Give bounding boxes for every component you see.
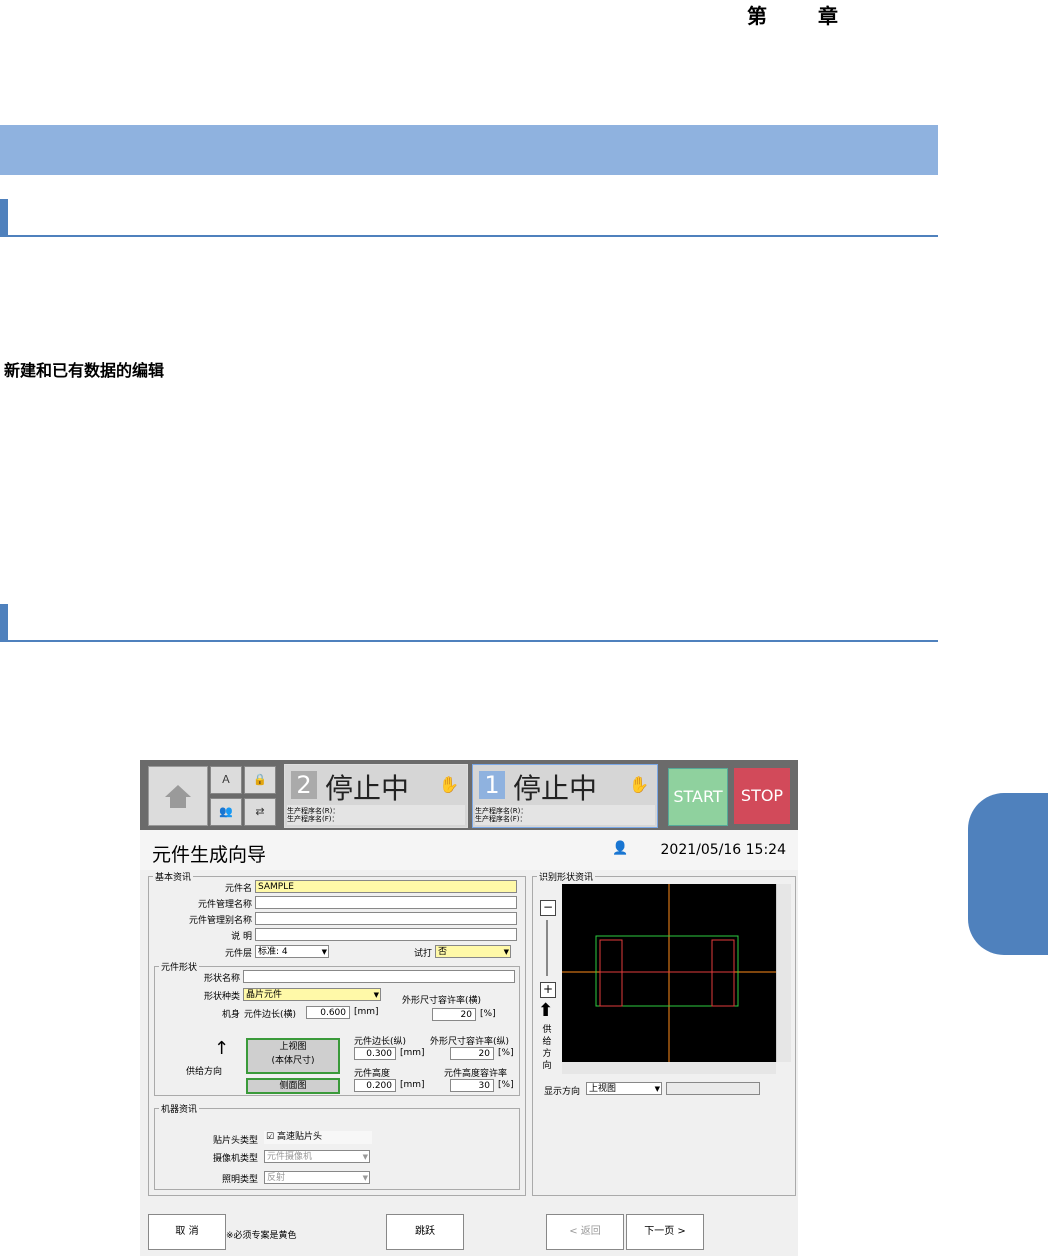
length-v-field[interactable]: 0.300 — [354, 1047, 396, 1060]
height-field[interactable]: 0.200 — [354, 1079, 396, 1092]
tolerance-height-field[interactable]: 30 — [450, 1079, 494, 1092]
part-name-field[interactable]: SAMPLE — [255, 880, 517, 893]
length-h-field[interactable]: 0.600 — [306, 1006, 350, 1019]
wizard-title: 元件生成向导 — [152, 844, 267, 866]
camera-type-select[interactable]: 元件摄像机 — [264, 1150, 370, 1164]
trial-select[interactable]: 否 — [435, 945, 511, 959]
keyboard-icon[interactable]: Ａ — [210, 766, 242, 794]
part-layer-select[interactable]: 标准: 4 — [255, 945, 329, 959]
chapter-side-tab — [968, 793, 1048, 955]
operator-icon: ✋ — [439, 775, 459, 794]
operator-icon: ✋ — [629, 775, 649, 794]
required-note: ※必须专案是黄色 — [226, 1231, 297, 1241]
zoom-slider[interactable] — [546, 920, 548, 976]
display-readout-field — [666, 1082, 760, 1095]
users-icon[interactable]: 👥 — [210, 798, 242, 826]
user-settings-icon[interactable]: 👤 — [612, 841, 628, 856]
zoom-out-icon[interactable]: − — [540, 900, 556, 916]
shape-name-field[interactable] — [243, 970, 515, 983]
cancel-button[interactable]: 取 消 — [148, 1214, 226, 1250]
top-view-box: 上视图 (本体尺寸) — [246, 1038, 340, 1074]
skip-button[interactable]: 跳跃 — [386, 1214, 464, 1250]
start-button[interactable]: START — [668, 768, 728, 826]
tolerance-v-field[interactable]: 20 — [450, 1047, 494, 1060]
chapter-label: 第 章 — [747, 4, 860, 28]
home-button[interactable] — [148, 766, 208, 826]
ui-screenshot: Ａ 🔒 👥 ⇄ 2 停止中 ✋ 生产程序名(R)： 生产程序名(F)： 1 停止中… — [140, 760, 798, 1256]
lock-icon[interactable]: 🔒 — [244, 766, 276, 794]
lane-1-status[interactable]: 1 停止中 ✋ 生产程序名(R)： 生产程序名(F)： — [472, 764, 658, 828]
machine-topbar: Ａ 🔒 👥 ⇄ 2 停止中 ✋ 生产程序名(R)： 生产程序名(F)： 1 停止中… — [140, 760, 798, 830]
datetime: 2021/05/16 15:24 — [660, 842, 787, 858]
section-heading: 新建和已有数据的编辑 — [4, 361, 165, 380]
recognition-canvas[interactable] — [562, 884, 776, 1062]
feed-arrow-icon: ⬆ — [538, 1000, 554, 1021]
part-mgmt-name-field[interactable] — [255, 896, 517, 909]
tolerance-h-field[interactable]: 20 — [432, 1008, 476, 1021]
section-divider-2 — [0, 604, 938, 642]
display-direction-select[interactable]: 上视图 — [586, 1082, 662, 1096]
next-button[interactable]: 下一页 > — [626, 1214, 704, 1250]
wizard-titlebar: 元件生成向导 👤 2021/05/16 15:24 — [140, 830, 798, 870]
back-button[interactable]: < 返回 — [546, 1214, 624, 1250]
zoom-in-icon[interactable]: + — [540, 982, 556, 998]
lighting-type-select[interactable]: 反射 — [264, 1171, 370, 1185]
head-type-checkbox[interactable]: ☑ 高速贴片头 — [264, 1131, 372, 1144]
lane-2-status[interactable]: 2 停止中 ✋ 生产程序名(R)： 生产程序名(F)： — [284, 764, 468, 828]
section-divider-1 — [0, 199, 938, 237]
network-icon[interactable]: ⇄ — [244, 798, 276, 826]
part-alias-field[interactable] — [255, 912, 517, 925]
stop-button[interactable]: STOP — [734, 768, 790, 824]
shape-type-select[interactable]: 晶片元件 — [243, 988, 381, 1002]
description-field[interactable] — [255, 928, 517, 941]
feed-arrow-icon: ↑ — [214, 1038, 230, 1059]
horizontal-scrollbar[interactable] — [562, 1062, 776, 1074]
chapter-title-band — [0, 125, 938, 175]
side-view-box: 侧面图 — [246, 1078, 340, 1094]
shape-preview-svg — [562, 884, 776, 1062]
vertical-scrollbar[interactable] — [776, 884, 791, 1062]
